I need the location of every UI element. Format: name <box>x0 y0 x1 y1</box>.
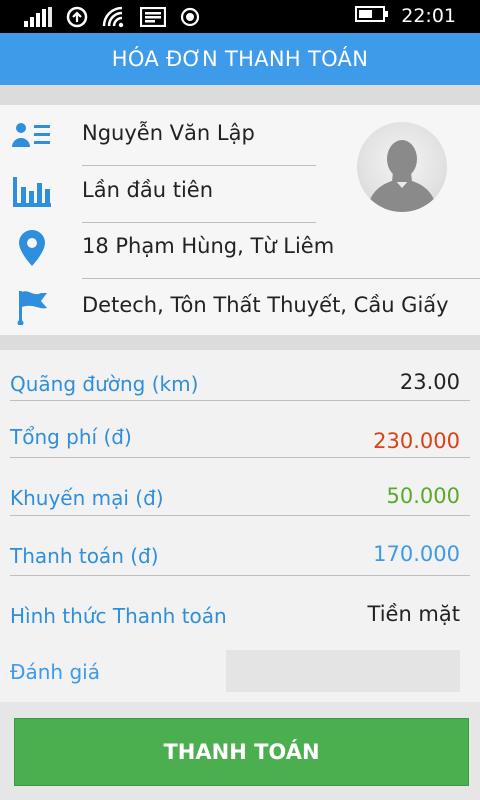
destination-address: Detech, Tôn Thất Thuyết, Cầu Giấy <box>82 293 449 317</box>
total-fee-label: Tổng phí (đ) <box>10 425 132 449</box>
location-status-icon <box>180 7 200 27</box>
discount-value: 50.000 <box>386 484 460 508</box>
location-pin-icon <box>12 228 52 268</box>
payment-amount-value: 170.000 <box>373 542 460 566</box>
person-silhouette-icon <box>367 140 437 212</box>
payment-method-label: Hình thức Thanh toán <box>10 604 227 628</box>
signal-strength-icon <box>24 7 52 27</box>
divider <box>10 575 470 576</box>
customer-name: Nguyễn Văn Lập <box>82 121 255 145</box>
flag-icon <box>12 287 52 327</box>
discount-label: Khuyến mại (đ) <box>10 486 164 510</box>
status-bar: 22:01 <box>0 0 480 33</box>
message-icon <box>140 7 166 27</box>
bar-chart-icon <box>12 172 52 212</box>
payment-method-row[interactable]: Hình thức Thanh toán Tiền mặt <box>0 602 480 652</box>
invoice-details: Quãng đường (km) 23.00 Tổng phí (đ) 230.… <box>0 350 480 702</box>
distance-label: Quãng đường (km) <box>10 372 199 396</box>
total-fee-value: 230.000 <box>373 429 460 453</box>
trip-count: Lần đầu tiên <box>82 178 214 202</box>
wifi-icon <box>102 6 126 28</box>
payment-amount-label: Thanh toán (đ) <box>10 544 159 568</box>
divider <box>10 515 470 516</box>
pickup-row: 18 Phạm Hùng, Từ Liêm <box>0 220 480 276</box>
destination-row: Detech, Tôn Thất Thuyết, Cầu Giấy <box>0 279 480 335</box>
bottom-bar: THANH TOÁN <box>0 702 480 800</box>
payment-amount-row: Thanh toán (đ) 170.000 <box>0 542 480 592</box>
pickup-address: 18 Phạm Hùng, Từ Liêm <box>82 234 335 258</box>
divider <box>10 457 470 458</box>
customer-profile-card: Nguyễn Văn Lập Lần đầu tiên 18 Phạm Hùng… <box>0 105 480 335</box>
data-connection-icon <box>66 6 88 28</box>
rating-input[interactable] <box>226 650 460 692</box>
clock: 22:01 <box>401 5 456 27</box>
distance-value: 23.00 <box>399 370 460 394</box>
divider <box>10 400 470 401</box>
battery-icon <box>355 6 389 26</box>
section-divider <box>0 335 480 350</box>
page-title: HÓA ĐƠN THANH TOÁN <box>0 33 480 85</box>
pay-button[interactable]: THANH TOÁN <box>14 718 469 786</box>
avatar <box>357 122 447 212</box>
discount-row: Khuyến mại (đ) 50.000 <box>0 484 480 534</box>
total-fee-row: Tổng phí (đ) 230.000 <box>0 425 480 475</box>
distance-row: Quãng đường (km) 23.00 <box>0 370 480 420</box>
rating-label: Đánh giá <box>10 660 100 684</box>
payment-method-value[interactable]: Tiền mặt <box>368 602 460 626</box>
header-divider <box>0 85 480 105</box>
contact-card-icon <box>12 115 52 155</box>
